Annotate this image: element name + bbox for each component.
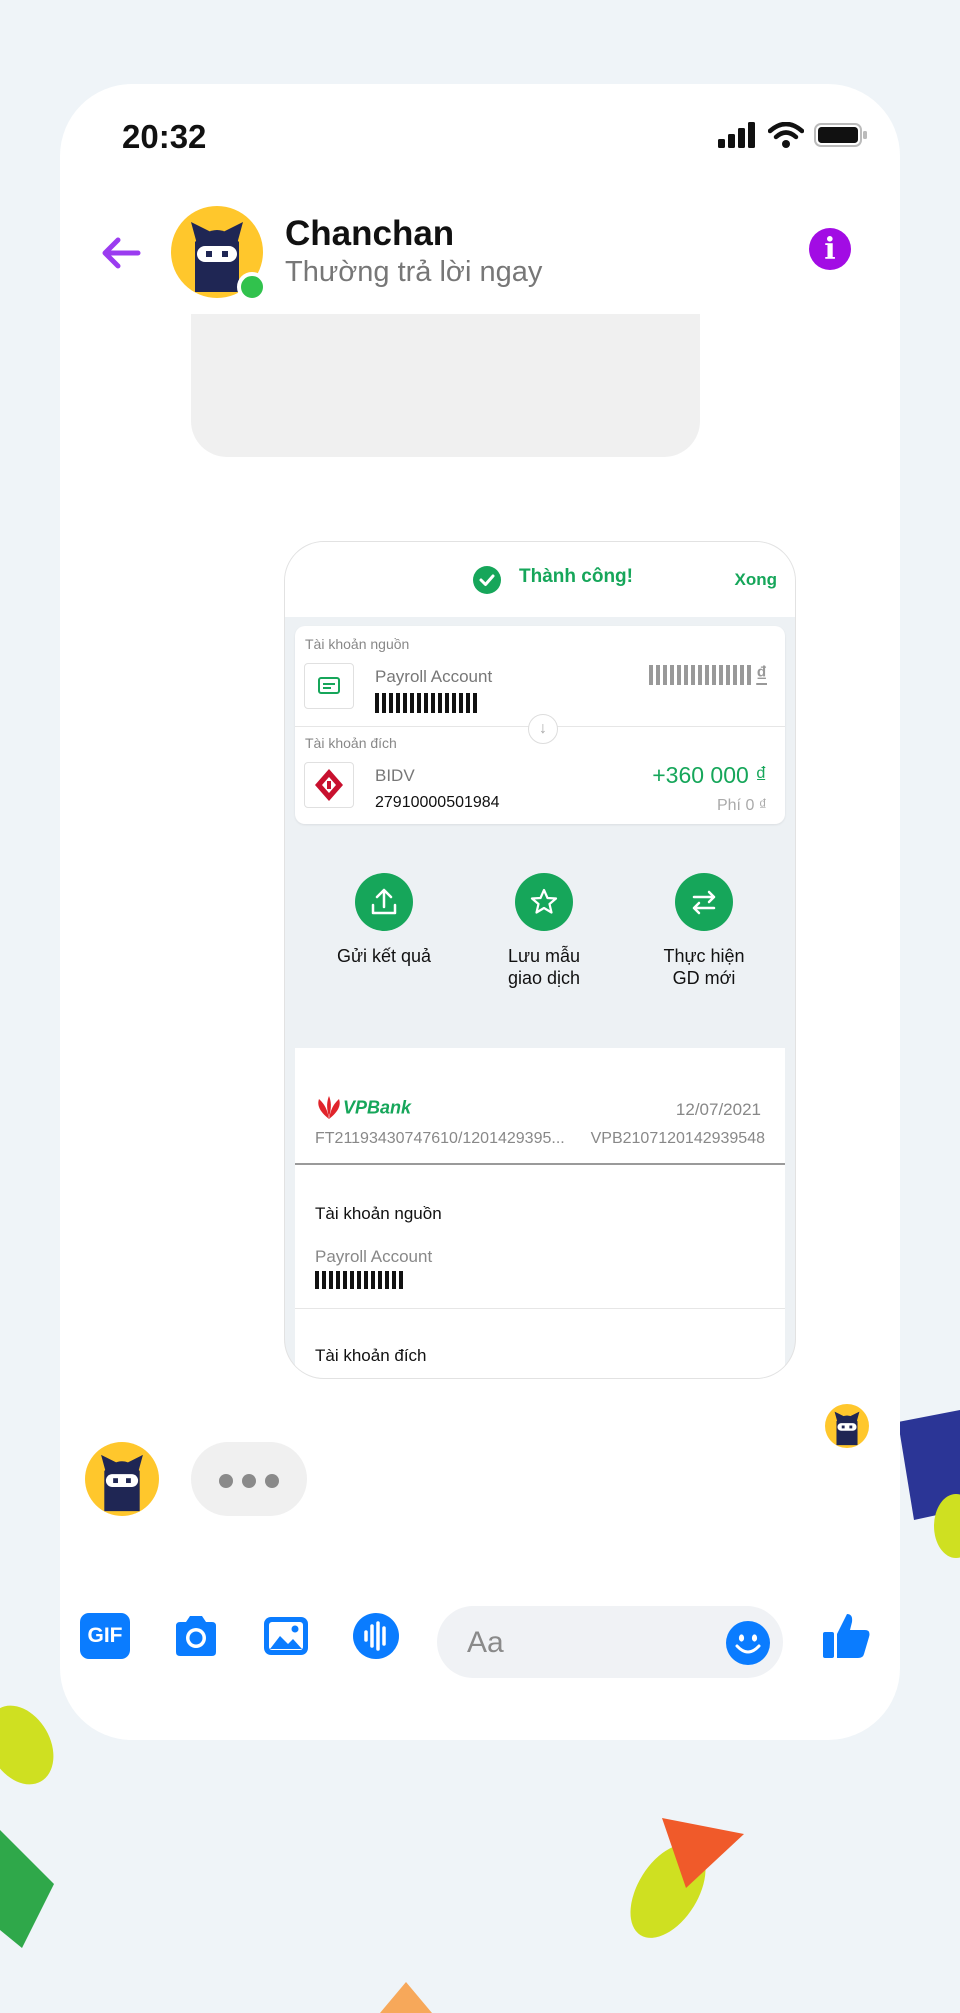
gif-button[interactable]: GIF (80, 1613, 130, 1659)
bidv-logo (304, 762, 354, 808)
info-icon: i (824, 232, 836, 267)
phone-frame: 20:32 Chanchan Thường trả lời ngay i Thà… (60, 84, 900, 1740)
receipt-source-label: Tài khoản nguồn (315, 1204, 442, 1223)
action-label: Lưu mẫu giao dịch (507, 946, 581, 988)
done-button[interactable]: Xong (735, 570, 778, 590)
masked-balance (649, 665, 751, 685)
decoration-yellow-leaf (934, 1494, 960, 1558)
dest-bank-name: BIDV (375, 766, 415, 785)
divider (295, 1308, 785, 1309)
check-icon (473, 566, 501, 594)
card-icon (304, 663, 354, 709)
message-placeholder: Aa (467, 1626, 504, 1659)
transaction-card[interactable]: Thành công! Xong Tài khoản nguồn Payroll… (284, 541, 796, 1379)
receipt-dest-label: Tài khoản đích (315, 1346, 427, 1365)
transfer-fee: Phí 0 ₫ (716, 797, 767, 814)
signal-icon (718, 122, 755, 148)
voice-icon[interactable] (350, 1610, 402, 1662)
divider (295, 1163, 785, 1165)
star-icon (515, 873, 573, 931)
save-template-button[interactable]: Lưu mẫu giao dịch (474, 873, 614, 989)
online-indicator (237, 272, 267, 302)
info-button[interactable]: i (809, 228, 851, 270)
success-text: Thành công! (519, 566, 633, 587)
battery-icon (814, 123, 867, 147)
emoji-icon[interactable] (725, 1620, 771, 1666)
vpbank-logo: VPBank (315, 1095, 411, 1121)
decoration-orange-triangle (662, 1818, 744, 1888)
receipt-source-name: Payroll Account (315, 1247, 433, 1266)
receipt: VPBank 12/07/2021 FT21193430747610/12014… (295, 1048, 785, 1378)
message-bubble (191, 314, 700, 457)
masked-account-number (315, 1271, 403, 1289)
wifi-icon (768, 122, 804, 148)
source-account-label: Tài khoản nguồn (305, 636, 410, 652)
action-label: Gửi kết quả (336, 946, 432, 966)
source-account-name: Payroll Account (375, 667, 493, 686)
currency-symbol: ₫ (756, 663, 767, 686)
message-input[interactable]: Aa (437, 1606, 783, 1678)
account-summary: Tài khoản nguồn Payroll Account ₫ ↓ Tài … (295, 626, 785, 824)
send-result-button[interactable]: Gửi kết quả (314, 873, 454, 967)
typing-indicator (191, 1442, 307, 1516)
decoration-orange-triangle (380, 1982, 432, 2013)
typing-dot (242, 1474, 256, 1488)
new-transaction-button[interactable]: Thực hiện GD mới (634, 873, 774, 989)
typing-dot (219, 1474, 233, 1488)
like-icon[interactable] (819, 1608, 875, 1664)
transaction-id: VPB2107120142939548 (590, 1130, 765, 1147)
dest-account-label: Tài khoản đích (305, 735, 397, 751)
image-icon[interactable] (260, 1610, 312, 1662)
action-label: Thực hiện GD mới (663, 946, 745, 988)
contact-name[interactable]: Chanchan (285, 214, 454, 254)
upload-icon (355, 873, 413, 931)
status-icons (718, 122, 868, 148)
transfer-icon (675, 873, 733, 931)
seen-avatar (825, 1404, 869, 1448)
gif-label: GIF (87, 1624, 123, 1647)
card-header: Thành công! Xong (285, 542, 795, 617)
reference-number: FT21193430747610/1201429395... (315, 1130, 565, 1147)
camera-icon[interactable] (170, 1610, 222, 1662)
avatar[interactable] (85, 1442, 159, 1516)
contact-status: Thường trả lời ngay (285, 256, 543, 288)
status-time: 20:32 (122, 118, 207, 155)
arrow-down-icon: ↓ (528, 714, 558, 744)
typing-dot (265, 1474, 279, 1488)
transfer-amount: +360 000 ₫ (652, 762, 767, 788)
receipt-date: 12/07/2021 (675, 1100, 761, 1119)
dest-account-number: 27910000501984 (375, 794, 500, 811)
decoration-yellow-leaf (0, 1705, 54, 1785)
back-arrow-icon[interactable] (96, 228, 146, 278)
masked-account-number (375, 693, 477, 713)
decoration-green-shape (0, 1830, 54, 1948)
